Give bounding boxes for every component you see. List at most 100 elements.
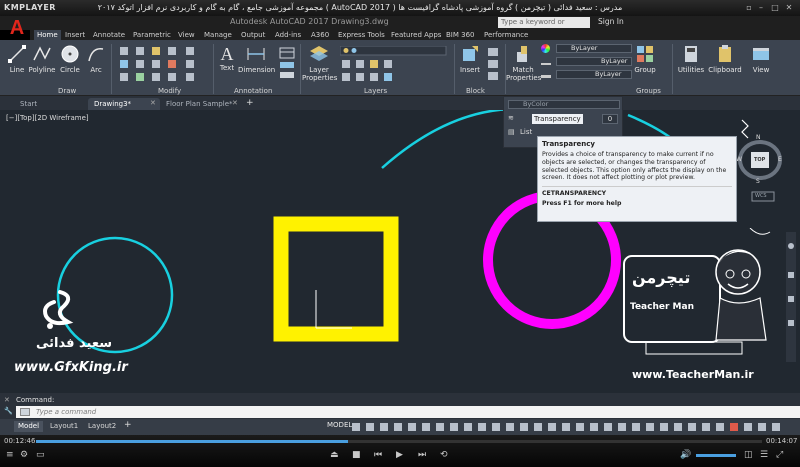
circle-tool[interactable]: Circle — [59, 44, 81, 74]
dimension-label: Dimension — [238, 66, 276, 74]
sign-in-button[interactable]: Sign In — [598, 17, 624, 26]
close-icon[interactable]: ✕ — [784, 3, 794, 13]
list-icon: ▤ — [508, 128, 515, 136]
menu-icon[interactable]: ≡ — [6, 450, 14, 460]
wcs-menu[interactable]: WCS — [755, 193, 767, 199]
settings-icon[interactable]: ⚙ — [20, 450, 28, 460]
transparency-icon: ≋ — [508, 114, 514, 122]
insert-tool[interactable]: Insert — [456, 44, 484, 74]
screen-icon[interactable]: ▭ — [36, 450, 45, 460]
dimension-tool[interactable]: Dimension — [238, 44, 276, 74]
panel-label-annotation[interactable]: Annotation — [234, 86, 272, 96]
layer-controls[interactable] — [339, 45, 450, 84]
tab-bim360[interactable]: BIM 360 — [446, 30, 475, 40]
line-tool[interactable]: Line — [6, 44, 28, 74]
maximize-icon[interactable]: □ — [770, 3, 780, 13]
status-toggle-icons[interactable] — [352, 421, 792, 433]
color-dropdown[interactable]: ByLayer — [556, 44, 632, 53]
match-properties-tool[interactable]: Match Properties — [506, 44, 542, 82]
minimize-icon[interactable]: – — [756, 3, 766, 13]
panel-label-block[interactable]: Block — [466, 86, 485, 96]
annotation-small-tools[interactable] — [278, 46, 298, 82]
author-name-watermark: سعید فدائی — [36, 336, 112, 351]
command-prompt-icon[interactable] — [20, 408, 30, 416]
block-small-tools[interactable] — [486, 46, 502, 82]
command-input[interactable]: Type a command — [16, 406, 800, 418]
tab-view[interactable]: View — [178, 30, 195, 40]
ribbon-separator — [213, 44, 214, 94]
tab-express-tools[interactable]: Express Tools — [338, 30, 385, 40]
panel-label-draw[interactable]: Draw — [58, 86, 76, 96]
volume-icon[interactable]: 🔊 — [680, 450, 691, 460]
panel-label-modify[interactable]: Modify — [158, 86, 181, 96]
view-tool[interactable]: View — [748, 44, 774, 74]
yellow-square[interactable] — [273, 216, 399, 342]
dimension-icon — [247, 48, 265, 60]
acad-title-bar — [0, 16, 800, 30]
panel-label-layers[interactable]: Layers — [364, 86, 387, 96]
model-space-toggle[interactable]: MODEL — [327, 421, 352, 429]
text-icon: A — [220, 44, 234, 64]
playlist-icon[interactable]: ☰ — [760, 450, 768, 460]
insert-block-icon — [463, 46, 478, 61]
tab-performance[interactable]: Performance — [484, 30, 528, 40]
tab-annotate[interactable]: Annotate — [93, 30, 125, 40]
linetype-dropdown[interactable]: ByLayer — [556, 57, 632, 66]
next-icon[interactable]: ⏭ — [418, 450, 426, 460]
text-tool[interactable]: A Text — [216, 44, 238, 72]
command-window-close-icon[interactable]: ✕ — [4, 396, 10, 404]
search-input[interactable]: Type a keyword or phrase — [498, 17, 590, 37]
new-tab-icon[interactable]: + — [246, 98, 254, 108]
viewcube[interactable]: N S W E TOP WCS — [736, 118, 788, 208]
tooltip-command: CETRANSPARENCY — [542, 186, 732, 197]
close-tab-icon[interactable]: ✕ — [150, 99, 156, 107]
arc-tool[interactable]: Arc — [85, 44, 107, 74]
layer-control-icons — [339, 45, 447, 81]
3d-icon[interactable]: ◫ — [744, 450, 753, 460]
layout-tab-layout1[interactable]: Layout1 — [46, 421, 82, 432]
tab-parametric[interactable]: Parametric — [133, 30, 171, 40]
line-icon — [8, 45, 26, 63]
application-menu-button[interactable]: A — [4, 16, 30, 40]
view-icon — [753, 48, 769, 60]
layout-tab-layout2[interactable]: Layout2 — [84, 421, 120, 432]
group-tool[interactable]: Group — [634, 44, 656, 74]
polyline-tool[interactable]: Polyline — [28, 44, 56, 74]
ribbon-separator — [111, 44, 112, 94]
transparency-label[interactable]: Transparency — [532, 114, 583, 124]
lineweight-dropdown[interactable]: ByLayer — [556, 70, 632, 79]
transparency-value[interactable]: 0 — [602, 114, 618, 124]
fullscreen-icon[interactable]: ⤢ — [776, 450, 783, 460]
layer-properties-tool[interactable]: Layer Properties — [302, 44, 337, 82]
volume-slider[interactable] — [696, 454, 736, 457]
tab-home[interactable]: Home — [34, 30, 61, 40]
gfxking-watermark: www.GfxKing.ir — [14, 360, 128, 375]
tab-insert[interactable]: Insert — [65, 30, 85, 40]
tab-manage[interactable]: Manage — [204, 30, 232, 40]
play-icon[interactable]: ▶ — [396, 450, 403, 460]
match-properties-label: Match Properties — [506, 66, 542, 82]
tab-add-ins[interactable]: Add-ins — [275, 30, 301, 40]
utilities-tool[interactable]: Utilities — [676, 44, 706, 74]
repeat-icon[interactable]: ⟲ — [440, 450, 448, 460]
viewcube-top-face[interactable]: TOP — [754, 157, 765, 163]
tab-a360[interactable]: A360 — [311, 30, 329, 40]
panel-label-groups[interactable]: Groups — [636, 86, 661, 96]
close-tab-icon[interactable]: ✕ — [232, 99, 238, 107]
previous-icon[interactable]: ⏮ — [374, 450, 382, 460]
doc-tab-floor-plan[interactable]: Floor Plan Sample* — [160, 98, 242, 110]
plot-style-dropdown[interactable]: ByColor — [508, 100, 620, 109]
add-layout-icon[interactable]: + — [124, 420, 132, 430]
customize-icon[interactable]: 🔧 — [4, 407, 13, 415]
open-icon[interactable]: ⏏ — [330, 450, 339, 460]
ribbon-separator — [672, 44, 673, 94]
stop-icon[interactable]: ■ — [352, 450, 361, 460]
doc-tab-start[interactable]: Start — [14, 98, 84, 110]
list-button[interactable]: List — [520, 128, 532, 136]
clipboard-tool[interactable]: Clipboard — [708, 44, 742, 74]
tab-featured-apps[interactable]: Featured Apps — [391, 30, 441, 40]
tab-output[interactable]: Output — [241, 30, 265, 40]
player-title-bar: KMPLAYER مجموعه آموزشی جامع ، گام به گام… — [0, 0, 800, 16]
layout-tab-model[interactable]: Model — [14, 421, 44, 432]
pin-icon[interactable]: ▫ — [744, 3, 754, 13]
